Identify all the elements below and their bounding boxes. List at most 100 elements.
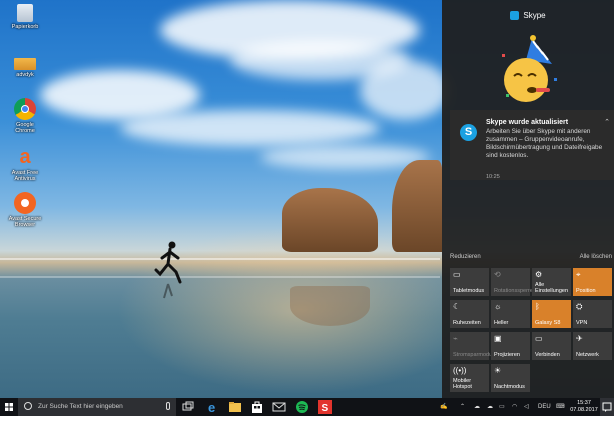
brightness-icon: ☼ <box>494 302 502 311</box>
quick-action-connect[interactable]: ▭ Verbinden <box>532 332 571 360</box>
taskbar-search-box[interactable]: Zur Suche Text hier eingeben <box>18 398 176 416</box>
avast-icon: a <box>19 146 31 168</box>
desktop-icon-label: Google Chrome <box>15 122 35 134</box>
windows-logo-icon <box>5 403 13 411</box>
desktop-icon-avast-browser[interactable]: Avast Secure Browser <box>6 192 44 228</box>
action-center-button[interactable] <box>600 398 614 416</box>
taskbar: Zur Suche Text hier eingeben e S ✍ ⌃ ☁ ☁… <box>0 398 614 416</box>
chevron-up-icon[interactable]: ⌃ <box>604 118 610 126</box>
runner-silhouette <box>154 241 182 299</box>
hotspot-icon: ((•)) <box>453 366 467 375</box>
notification-time: 10:25 <box>486 174 500 180</box>
quick-action-label: Alle Einstellungen <box>535 282 569 294</box>
quick-action-rotation-lock[interactable]: ⟲ Rotationssperre <box>491 268 533 296</box>
svg-text:e: e <box>208 400 215 414</box>
wifi-icon[interactable]: ◠ <box>512 398 517 416</box>
quick-action-label: Nachtmodus <box>494 384 525 390</box>
desktop-icon-label: advdyk <box>16 72 34 78</box>
clear-all-notifications-link[interactable]: Alle löschen <box>580 254 612 260</box>
rotation-lock-icon: ⟲ <box>494 270 501 279</box>
collapse-quick-actions-link[interactable]: Reduzieren <box>450 254 481 260</box>
network-icon: ✈ <box>576 334 583 343</box>
action-center-panel: Skype S Skype wurde aktualisiert Arbeite… <box>442 0 614 398</box>
quick-action-label: Stromsparmodus <box>453 352 495 358</box>
desktop-icon-avast[interactable]: a Avast Free Antivirus <box>6 146 44 182</box>
clock-time: 15:37 <box>577 400 591 406</box>
start-button[interactable] <box>0 398 18 416</box>
skype-logo-icon: S <box>460 124 477 141</box>
quick-action-label: Position <box>576 288 596 294</box>
pen-workspace-icon[interactable]: ✍ <box>440 398 447 416</box>
taskbar-clock[interactable]: 15:37 07.08.2017 <box>568 400 600 414</box>
avast-taskbar-icon[interactable]: S <box>318 400 332 414</box>
quick-action-all-settings[interactable]: ⚙ Alle Einstellungen <box>532 268 571 296</box>
language-indicator[interactable]: DEU <box>538 398 551 416</box>
quick-action-project[interactable]: ▣ Projizieren <box>491 332 530 360</box>
svg-text:S: S <box>322 403 329 414</box>
recycle-bin-icon <box>17 4 33 22</box>
quick-action-label: Projizieren <box>494 352 520 358</box>
battery-icon[interactable]: ▭ <box>499 398 505 416</box>
quick-action-quiet-hours[interactable]: ☾ Ruhezeiten <box>450 300 489 328</box>
chevron-up-icon[interactable]: ⌃ <box>460 398 465 416</box>
skype-icon <box>510 11 520 21</box>
task-view-icon[interactable] <box>181 400 195 414</box>
cortana-icon <box>24 402 32 410</box>
quick-action-brightness[interactable]: ☼ Heller <box>491 300 530 328</box>
quick-action-network[interactable]: ✈ Netzwerk <box>573 332 612 360</box>
project-icon: ▣ <box>494 334 502 343</box>
desktop-icon-recycle-bin[interactable]: Papierkorb <box>6 4 44 30</box>
quick-action-power-saver[interactable]: ⌁ Stromsparmodus <box>450 332 495 360</box>
onedrive-icon[interactable]: ☁ <box>474 398 480 416</box>
connect-icon: ▭ <box>535 334 543 343</box>
quick-action-label: VPN <box>576 320 588 326</box>
avast-browser-icon <box>14 192 36 214</box>
quick-action-mobile-hotspot[interactable]: ((•)) Mobiler Hotspot <box>450 364 489 392</box>
night-light-icon: ☀ <box>494 366 502 375</box>
rock-right <box>392 160 442 252</box>
quick-action-vpn[interactable]: ⛭ VPN <box>573 300 612 328</box>
notification-app-name: Skype <box>523 11 546 20</box>
edge-icon[interactable]: e <box>206 400 220 415</box>
clock-date: 07.08.2017 <box>570 407 598 413</box>
microphone-icon[interactable] <box>166 402 170 410</box>
notification-icon <box>602 402 612 412</box>
quick-action-label: Verbinden <box>535 352 560 358</box>
store-icon[interactable] <box>250 400 264 414</box>
cloud-icon[interactable]: ☁ <box>487 398 493 416</box>
quick-action-label: Tabletmodus <box>453 288 485 294</box>
quick-action-label: Rotationssperre <box>494 288 533 294</box>
quick-action-location[interactable]: ⌖ Position <box>573 268 612 296</box>
volume-icon[interactable]: ◁ <box>524 398 529 416</box>
folder-icon <box>14 58 36 70</box>
quick-action-label: Ruhezeiten <box>453 320 481 326</box>
notification-body: Arbeiten Sie über Skype mit anderen zusa… <box>486 128 603 159</box>
desktop-icon-label: Avast Secure Browser <box>8 216 42 228</box>
file-explorer-icon[interactable] <box>228 400 242 414</box>
location-icon: ⌖ <box>576 270 581 279</box>
desktop-icon-chrome[interactable]: Google Chrome <box>6 98 44 134</box>
chrome-icon <box>14 98 36 120</box>
notification-group-header[interactable]: Skype <box>442 11 614 21</box>
desktop-icon-folder[interactable]: advdyk <box>6 58 44 78</box>
skype-notification[interactable]: S Skype wurde aktualisiert Arbeiten Sie … <box>450 110 614 180</box>
desktop-icon-label: Papierkorb <box>11 24 39 30</box>
power-saver-icon: ⌁ <box>453 334 458 343</box>
keyboard-icon[interactable]: ⌨ <box>556 398 565 416</box>
desktop-icon-label: Avast Free Antivirus <box>11 170 39 182</box>
quick-action-night-light[interactable]: ☀ Nachtmodus <box>491 364 530 392</box>
notification-title: Skype wurde aktualisiert <box>486 119 569 126</box>
quick-action-label: Galaxy S8 <box>535 320 561 326</box>
quick-action-tablet-mode[interactable]: ▭ Tabletmodus <box>450 268 489 296</box>
mail-icon[interactable] <box>272 400 286 414</box>
settings-icon: ⚙ <box>535 270 543 279</box>
spotify-icon[interactable] <box>295 400 309 414</box>
party-emoji-icon <box>502 35 557 102</box>
vpn-icon: ⛭ <box>576 302 583 311</box>
quick-action-label: Heller <box>494 320 509 326</box>
quick-action-bluetooth-device[interactable]: ᛒ Galaxy S8 <box>532 300 571 328</box>
quick-action-label: Netzwerk <box>576 352 599 358</box>
search-placeholder: Zur Suche Text hier eingeben <box>38 403 123 410</box>
moon-icon: ☾ <box>453 302 461 311</box>
quick-action-label: Mobiler Hotspot <box>453 378 472 390</box>
